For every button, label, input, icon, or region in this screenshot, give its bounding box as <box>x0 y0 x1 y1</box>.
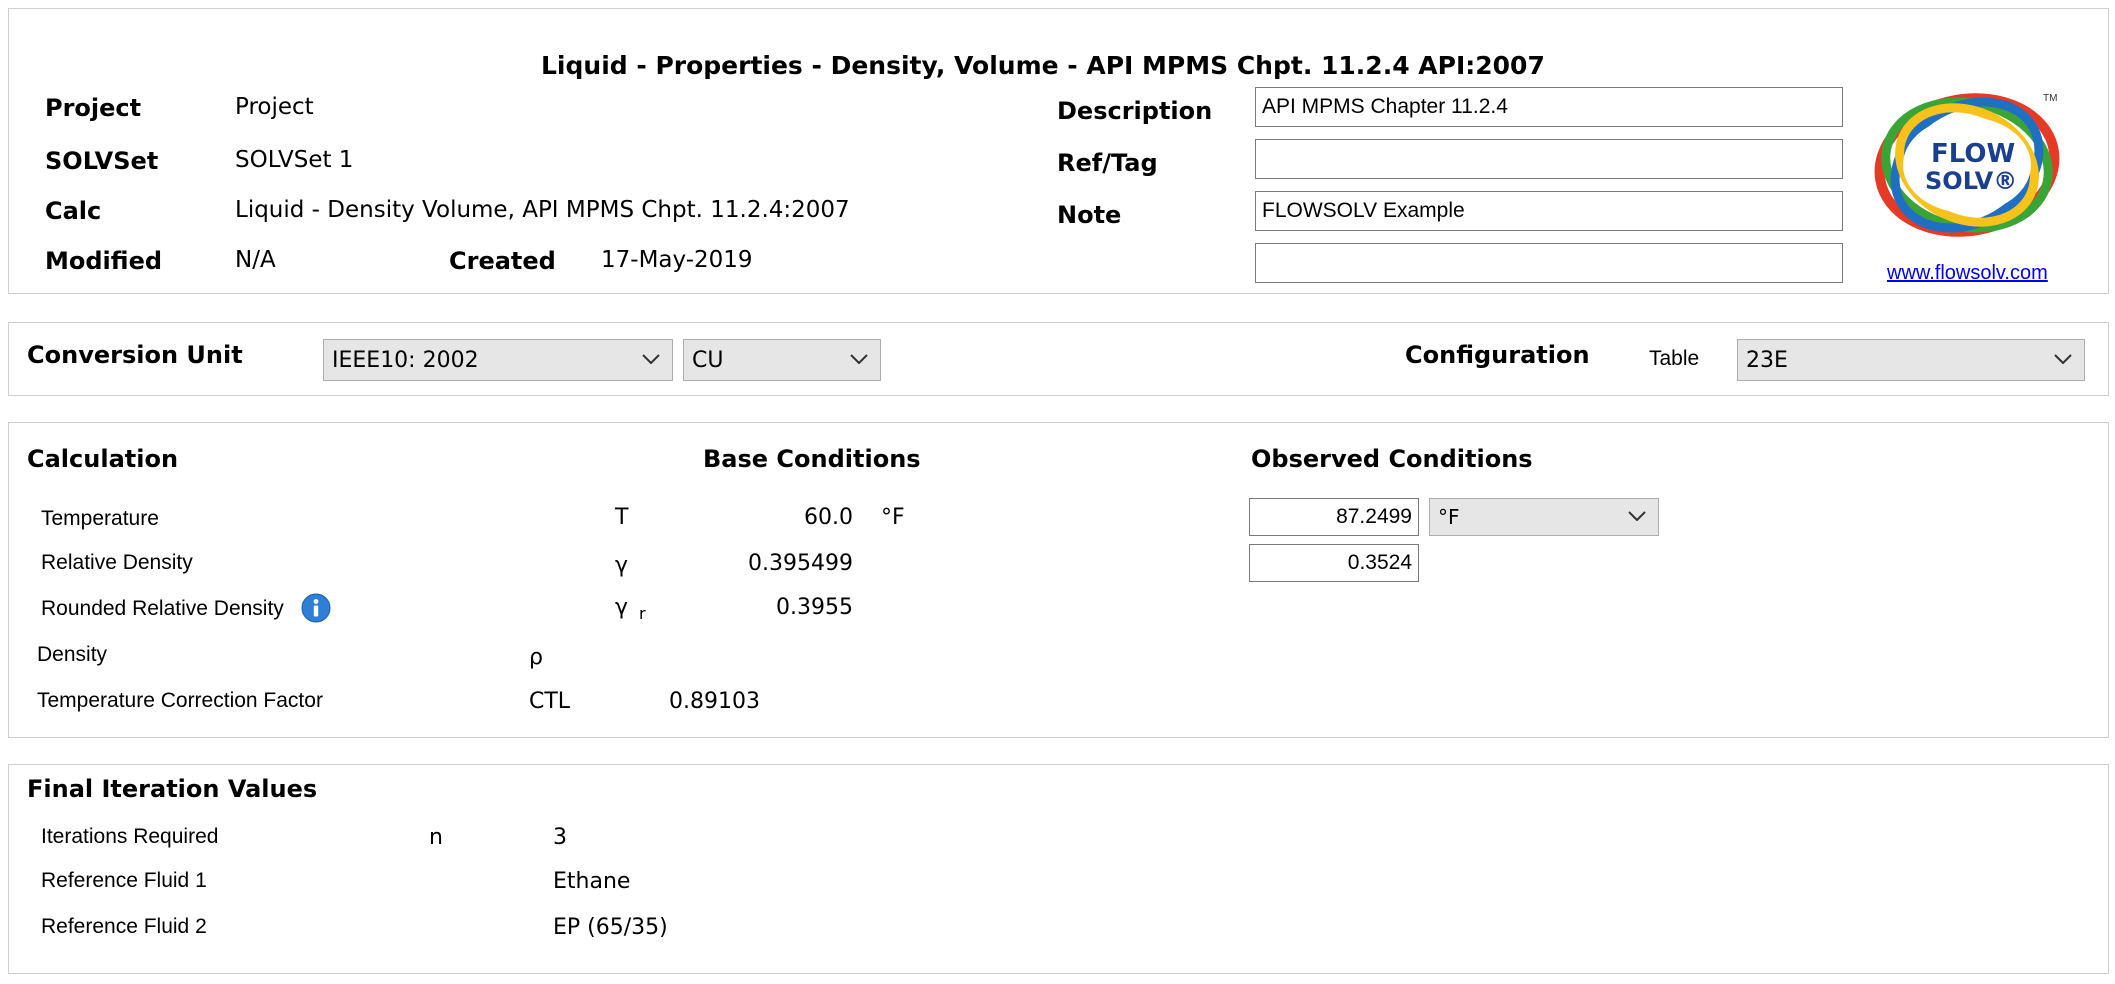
chevron-down-icon <box>642 354 660 364</box>
description-field[interactable] <box>1255 87 1843 127</box>
density-label: Density <box>37 643 108 666</box>
relative-density-symbol: γ <box>615 553 629 578</box>
reference-fluid-1-value: Ethane <box>553 869 631 894</box>
relative-density-base-value: 0.395499 <box>748 551 853 576</box>
rounded-symbol-main: γ <box>615 595 629 620</box>
conversion-unit-label: Conversion Unit <box>27 341 243 369</box>
temperature-observed-unit-value: °F <box>1438 505 1460 529</box>
reference-fluid-2-label: Reference Fluid 2 <box>41 915 207 938</box>
chevron-down-icon <box>850 354 868 364</box>
modified-value: N/A <box>235 247 276 273</box>
chevron-down-icon <box>2054 354 2072 364</box>
density-symbol: ρ <box>529 645 543 670</box>
temperature-label: Temperature <box>41 507 159 530</box>
relative-density-observed-field[interactable] <box>1249 544 1419 582</box>
created-value: 17-May-2019 <box>601 247 753 273</box>
note-field[interactable] <box>1255 191 1843 231</box>
description-label: Description <box>1057 97 1213 125</box>
page-title: Liquid - Properties - Density, Volume - … <box>541 51 1545 80</box>
relative-density-label: Relative Density <box>41 551 193 574</box>
calc-label: Calc <box>45 197 102 225</box>
modified-label: Modified <box>45 247 163 275</box>
reference-fluid-2-value: EP (65/35) <box>553 915 668 940</box>
observed-conditions-heading: Observed Conditions <box>1251 445 1533 473</box>
logo-tm: TM <box>2043 93 2058 104</box>
configuration-label: Configuration <box>1405 341 1590 369</box>
rounded-relative-density-base-value: 0.3955 <box>776 595 853 620</box>
solvset-label: SOLVSet <box>45 147 159 175</box>
reftag-field[interactable] <box>1255 139 1843 179</box>
temperature-observed-field[interactable] <box>1249 498 1419 536</box>
table-label: Table <box>1649 347 1700 370</box>
conversion-unit-select[interactable]: CU <box>683 339 881 381</box>
header-panel: Liquid - Properties - Density, Volume - … <box>8 8 2109 294</box>
reference-fluid-1-label: Reference Fluid 1 <box>41 869 207 892</box>
base-conditions-heading: Base Conditions <box>703 445 921 473</box>
solvset-value: SOLVSet 1 <box>235 147 354 173</box>
temperature-base-value: 60.0 <box>804 505 853 530</box>
temperature-observed-unit-select[interactable]: °F <box>1429 498 1659 536</box>
conversion-standard-select[interactable]: IEEE10: 2002 <box>323 339 673 381</box>
rounded-symbol: γ r <box>615 595 646 623</box>
reftag-label: Ref/Tag <box>1057 149 1158 177</box>
final-iteration-panel: Final Iteration Values Iterations Requir… <box>8 764 2109 974</box>
logo-text-line2: SOLV® <box>1925 167 2018 195</box>
table-select[interactable]: 23E <box>1737 339 2085 381</box>
project-value: Project <box>235 94 314 120</box>
website-link[interactable]: www.flowsolv.com <box>1887 262 2048 285</box>
temperature-correction-factor-symbol: CTL <box>529 689 571 714</box>
temperature-correction-factor-label: Temperature Correction Factor <box>37 689 323 712</box>
temperature-symbol: T <box>615 505 629 530</box>
note-label: Note <box>1057 201 1122 229</box>
final-iteration-heading: Final Iteration Values <box>27 775 318 803</box>
project-label: Project <box>45 94 142 122</box>
calc-value: Liquid - Density Volume, API MPMS Chpt. … <box>235 197 850 223</box>
conversion-standard-value: IEEE10: 2002 <box>332 347 479 373</box>
temperature-base-unit: °F <box>881 505 905 530</box>
flowsolv-logo: FLOW SOLV® TM <box>1867 85 2067 245</box>
conversion-panel: Conversion Unit IEEE10: 2002 CU Configur… <box>8 322 2109 396</box>
logo-text-line1: FLOW <box>1931 139 2016 169</box>
iterations-required-label: Iterations Required <box>41 825 219 848</box>
conversion-unit-value: CU <box>692 347 724 373</box>
extra-field[interactable] <box>1255 243 1843 283</box>
created-label: Created <box>449 247 556 275</box>
rounded-symbol-sub: r <box>639 604 646 624</box>
iterations-value: 3 <box>553 825 567 850</box>
chevron-down-icon <box>1628 511 1646 521</box>
calculation-panel: Calculation Base Conditions Observed Con… <box>8 422 2109 738</box>
table-value: 23E <box>1746 347 1788 373</box>
info-icon[interactable] <box>301 593 331 623</box>
calculation-heading: Calculation <box>27 445 179 473</box>
temperature-correction-factor-value: 0.89103 <box>669 689 760 714</box>
iterations-symbol: n <box>429 825 443 850</box>
rounded-relative-density-label: Rounded Relative Density <box>41 597 284 620</box>
